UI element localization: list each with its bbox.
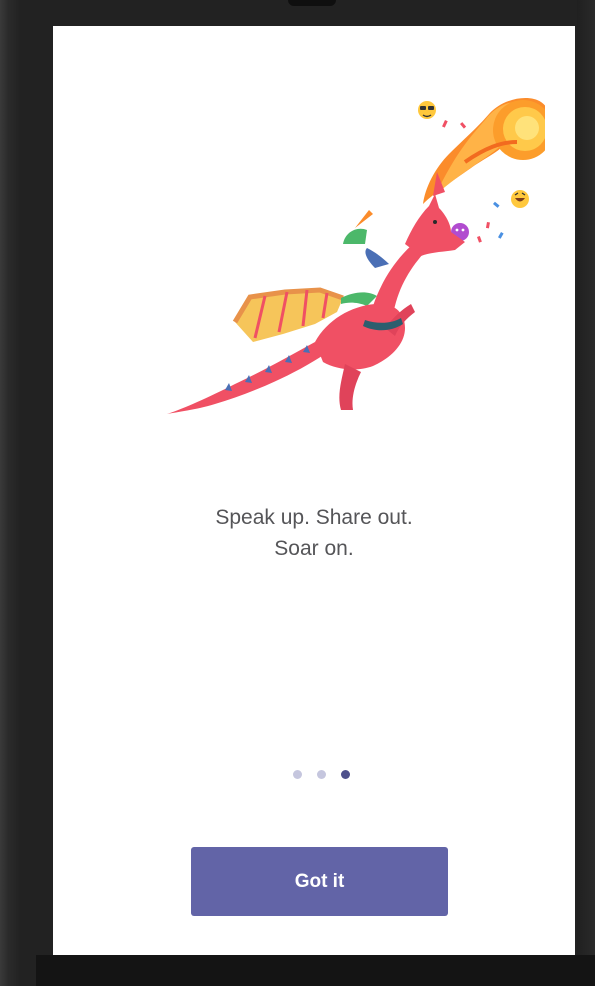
party-hat-icon xyxy=(343,210,373,244)
tagline-line-1: Speak up. Share out. xyxy=(215,506,413,529)
device-bottom-bezel xyxy=(36,955,595,986)
device-frame-edge xyxy=(0,0,20,986)
page-indicator xyxy=(53,770,575,782)
dragon-mane-icon xyxy=(365,248,389,268)
dragon-neck-icon xyxy=(373,244,423,316)
device-frame: Speak up. Share out. Soar on. Got it xyxy=(0,0,595,986)
page-dot-3-active[interactable] xyxy=(340,770,350,779)
page-dot-1[interactable] xyxy=(292,770,302,779)
tagline-line-2: Soar on. xyxy=(274,537,354,560)
dragon-illustration-icon xyxy=(167,98,545,414)
got-it-button[interactable]: Got it xyxy=(191,847,448,916)
emoji-sunglasses-icon xyxy=(418,101,436,119)
dragon-leg-icon xyxy=(339,364,361,410)
onboarding-tagline: Speak up. Share out. Soar on. xyxy=(53,502,575,564)
emoji-laughing-icon xyxy=(511,190,529,208)
device-notch xyxy=(288,0,336,6)
page-dot-2[interactable] xyxy=(316,770,326,779)
onboarding-screen: Speak up. Share out. Soar on. Got it xyxy=(53,26,575,955)
dragon-tail-icon xyxy=(167,342,325,414)
device-frame-edge-right xyxy=(577,0,595,986)
